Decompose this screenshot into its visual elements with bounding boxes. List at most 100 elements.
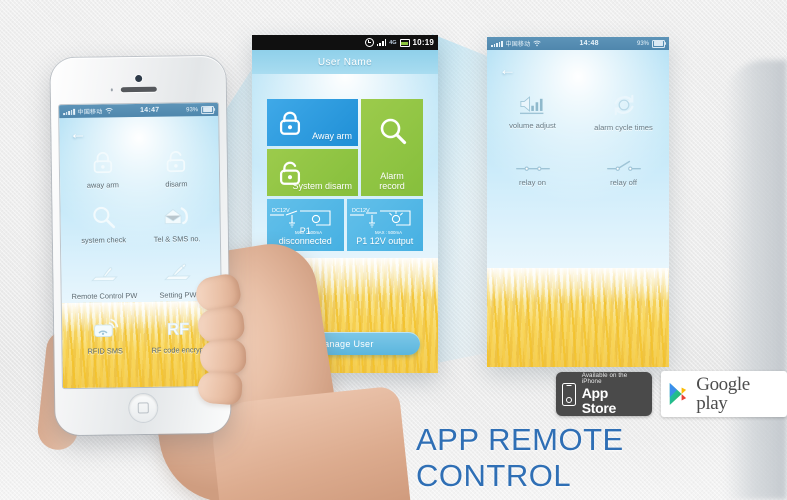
grid-item-label: disarm [165, 179, 188, 189]
signal-bars-icon [491, 40, 503, 47]
android-status-bar: 4G 10:19 [252, 35, 438, 50]
grid-item-label: alarm cycle times [594, 123, 653, 132]
circuit-lit-icon: DC12V MAX : 500mA [349, 208, 411, 235]
hand-finger [199, 339, 247, 375]
network-label: 4G [389, 39, 397, 46]
grid-item-label: relay off [610, 178, 637, 188]
battery-percent: 93% [186, 106, 199, 113]
manage-user-button[interactable]: Manage User [270, 332, 420, 355]
ios-clock: 14:47 [140, 106, 160, 114]
magnifier-icon [380, 118, 407, 145]
tile-alarm-record[interactable]: Alarm record [361, 99, 423, 196]
rfid-wave-icon [93, 318, 119, 337]
svg-text:RF: RF [167, 319, 190, 338]
grid-item-disarm[interactable]: disarm [139, 141, 213, 191]
google-play-label: Google play [696, 374, 750, 414]
cycle-refresh-icon [613, 94, 634, 116]
page-title: User Name [252, 50, 438, 74]
phone-left-screen: 中国移动 14:47 93% ← away arm disarm system … [59, 102, 222, 389]
front-camera-icon [134, 74, 142, 83]
grid-item-relay-on[interactable]: relay on [487, 152, 578, 189]
tile-label: Alarm record [379, 171, 405, 191]
grid-item-label: away arm [86, 180, 119, 190]
grid-item-label: Remote Control PW [71, 290, 138, 301]
grid-item-label: system check [81, 235, 127, 246]
volume-bars-icon [519, 96, 543, 115]
signal-bars-icon [376, 39, 387, 46]
lock-open-icon [166, 151, 186, 173]
grid-item-label: volume adjust [509, 121, 556, 130]
phone-right: 中国移动 14:48 93% ← volume adjust alarm cyc… [487, 37, 669, 367]
phone-right-screen: 中国移动 14:48 93% ← volume adjust alarm cyc… [487, 37, 669, 367]
lock-closed-icon [93, 152, 112, 174]
hand-wrist [209, 385, 411, 500]
iphone-icon [562, 382, 576, 406]
tile-system-disarm[interactable]: System disarm [267, 149, 358, 196]
carrier-label: 中国移动 [505, 42, 531, 48]
android-clock: 10:19 [412, 38, 434, 47]
grid-item-remote-control-pw[interactable]: Remote Control PW [67, 252, 141, 302]
signal-bars-icon [63, 108, 75, 115]
tile-away-arm[interactable]: Away arm [267, 99, 358, 146]
grid-item-label: relay on [518, 178, 547, 188]
function-grid-right: volume adjust alarm cycle times relay on… [487, 85, 669, 190]
store-badges: Available on the iPhone App Store Google… [556, 371, 787, 417]
grid-item-relay-off[interactable]: relay off [578, 152, 669, 189]
wifi-icon [533, 40, 541, 47]
remote-hand-icon [90, 266, 118, 281]
circuit-open-icon: DC12V MAX : 500mA [270, 208, 331, 235]
grid-item-rfid-sms[interactable]: RFID SMS [68, 308, 142, 358]
lock-open-icon [279, 161, 301, 185]
wifi-icon [105, 108, 114, 114]
app-store-label: App Store [581, 385, 617, 416]
battery-icon [201, 105, 215, 114]
ios-status-bar-left: 中国移动 14:47 93% [59, 102, 219, 119]
envelope-phone-icon [164, 207, 189, 225]
relay-closed-icon [515, 167, 550, 172]
battery-icon [652, 39, 666, 48]
hand-finger [196, 370, 244, 406]
play-triangle-icon [669, 383, 686, 405]
grid-item-away-arm[interactable]: away arm [66, 142, 140, 192]
app-store-tagline: Available on the iPhone [581, 371, 628, 386]
grid-item-label: Tel & SMS no. [153, 234, 201, 245]
carrier-label: 中国移动 [77, 109, 103, 116]
circuit-source-label: DC12V [272, 208, 290, 214]
grid-item-label: RF code encrypt [151, 344, 206, 355]
back-arrow-icon[interactable]: ← [69, 124, 86, 143]
battery-icon [399, 38, 410, 47]
grid-item-volume-adjust[interactable]: volume adjust [487, 85, 578, 134]
wheat-background [252, 258, 438, 373]
circuit-max-label: MAX : 500mA [375, 230, 402, 235]
alarm-clock-icon [364, 38, 374, 47]
poster-canvas: 4G 10:19 User Name Away arm System disar… [0, 0, 787, 500]
circuit-max-label: MAX : 500mA [295, 230, 322, 235]
grid-item-label: RFID SMS [87, 346, 123, 356]
proximity-sensor-icon [110, 88, 113, 91]
ios-status-bar-right: 中国移动 14:48 93% [487, 37, 669, 50]
back-arrow-icon[interactable]: ← [499, 61, 516, 78]
phone-middle: 4G 10:19 User Name Away arm System disar… [252, 35, 438, 373]
home-button[interactable] [128, 393, 157, 423]
pen-write-icon [164, 263, 192, 280]
battery-percent: 93% [636, 40, 649, 47]
app-store-badge[interactable]: Available on the iPhone App Store [556, 372, 652, 416]
magnifier-icon [93, 207, 115, 229]
tile-label: P1 12V output [356, 236, 414, 246]
tile-p1-12v-output[interactable]: DC12V MAX : 500mA P1 12V output [346, 199, 423, 251]
earpiece-speaker [120, 86, 157, 93]
wheat-background [487, 268, 669, 367]
grid-item-alarm-cycle-times[interactable]: alarm cycle times [578, 85, 669, 134]
relay-open-icon [606, 161, 641, 172]
ios-clock: 14:48 [579, 40, 599, 47]
grid-item-tel-sms-no[interactable]: Tel & SMS no. [140, 196, 214, 246]
lock-closed-icon [279, 111, 301, 135]
google-play-badge[interactable]: Google play [660, 371, 787, 417]
tagline-text: APP REMOTE CONTROL [416, 422, 624, 493]
tile-p1-disconnected[interactable]: DC12V MAX : 500mA P1 disconnected [267, 199, 344, 251]
grid-item-system-check[interactable]: system check [66, 197, 140, 247]
tile-grid: Away arm System disarm Alarm record DC12… [267, 99, 423, 251]
grid-item-label: Setting PW [159, 289, 197, 300]
phone-middle-screen: 4G 10:19 User Name Away arm System disar… [252, 35, 438, 373]
rf-text-icon: RF [167, 319, 190, 339]
